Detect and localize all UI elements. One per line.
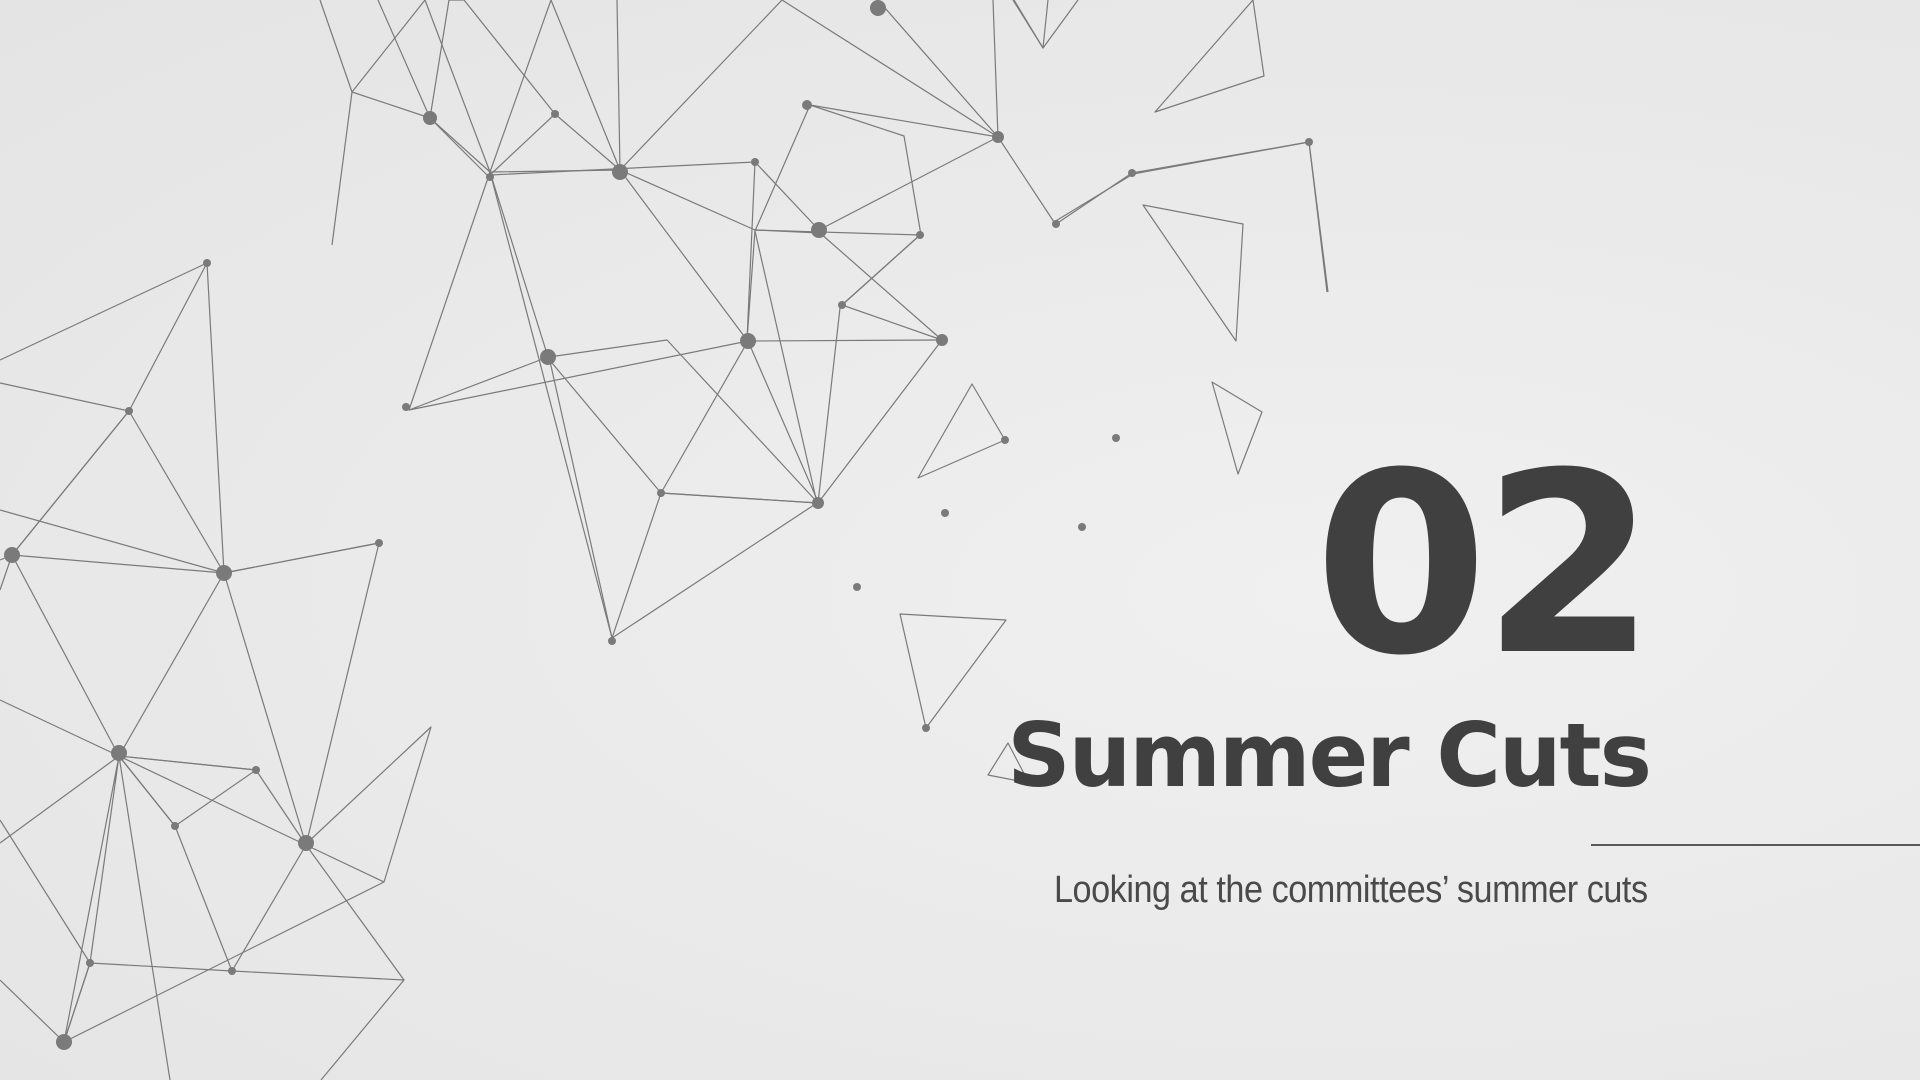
- section-slide: 02 Summer Cuts Looking at the committees…: [0, 0, 1920, 1080]
- title-divider-line: [1591, 844, 1920, 846]
- section-subtitle: Looking at the committees’ summer cuts: [1054, 869, 1648, 911]
- section-title: Summer Cuts: [1007, 704, 1652, 807]
- section-number: 02: [1314, 419, 1656, 710]
